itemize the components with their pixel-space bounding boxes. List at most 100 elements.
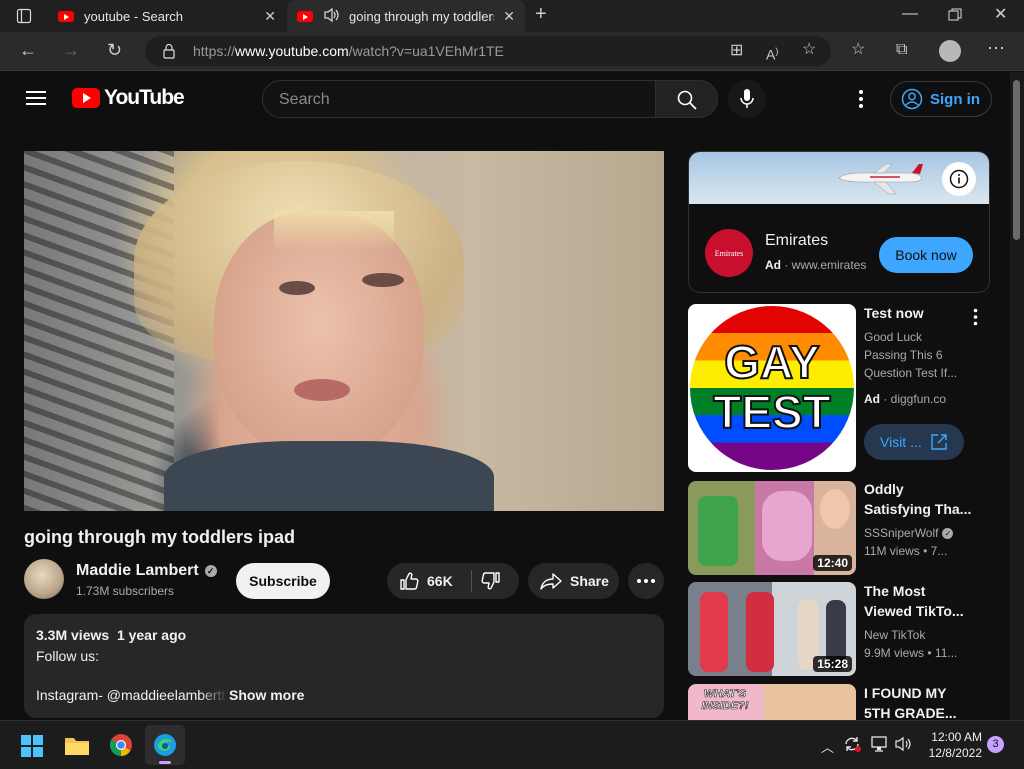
subscribe-button[interactable]: Subscribe	[236, 563, 330, 599]
description-line: Instagram- @maddieelambertt	[36, 687, 226, 703]
youtube-logo-icon	[72, 88, 100, 108]
view-count: 3.3M views	[36, 627, 110, 643]
related-stats: 9.9M views • 11...	[864, 646, 958, 660]
like-count: 66K	[427, 573, 453, 589]
search-box	[262, 80, 656, 118]
close-window-icon[interactable]: ✕	[994, 7, 1007, 23]
more-horizontal-icon	[637, 579, 655, 583]
like-dislike-group: 66K	[387, 563, 519, 599]
new-tab-icon[interactable]: +	[535, 4, 547, 24]
chrome-icon[interactable]	[109, 733, 133, 762]
channel-avatar[interactable]	[24, 559, 64, 599]
speaker-icon[interactable]	[323, 7, 341, 26]
video-thumbnail[interactable]: 15:28	[688, 582, 856, 676]
forward-icon[interactable]: →	[62, 41, 80, 59]
profile-avatar-icon[interactable]	[939, 40, 961, 62]
clock-date: 12/8/2022	[928, 746, 982, 760]
upload-age: 1 year ago	[116, 627, 187, 643]
file-explorer-icon[interactable]	[64, 734, 90, 761]
close-tab-icon[interactable]: ✕	[503, 8, 515, 25]
voice-search-button[interactable]	[728, 80, 766, 118]
related-title[interactable]: Oddly Satisfying Tha...	[864, 479, 974, 519]
ad-thumbnail[interactable]: GAY TEST	[688, 304, 856, 472]
related-more-icon[interactable]	[973, 308, 978, 331]
windows-start-icon[interactable]	[21, 735, 43, 762]
notification-badge[interactable]: 3	[987, 736, 1004, 753]
add-favorite-icon[interactable]: ☆	[802, 42, 816, 58]
video-player[interactable]	[24, 151, 664, 511]
ad-description: Good Luck Passing This 6 Question Test I…	[864, 330, 958, 380]
emirates-logo: Emirates	[705, 229, 753, 277]
account-icon	[901, 88, 923, 110]
thumbnail-text: TEST	[712, 386, 832, 438]
info-icon	[949, 169, 969, 189]
ad-card[interactable]: Emirates Emirates Ad · www.emirates Book…	[688, 151, 990, 293]
youtube-logo[interactable]: YouTube	[72, 86, 185, 110]
read-aloud-icon[interactable]: A)	[766, 43, 778, 63]
channel-name-row[interactable]: Maddie Lambert ✓	[76, 562, 217, 580]
thumbnail-text: WHAT'S INSIDE?!	[701, 688, 749, 713]
description-box[interactable]: 3.3M views 1 year ago Follow us: Instagr…	[24, 614, 664, 718]
back-icon[interactable]: ←	[19, 41, 37, 59]
ad-meta: Ad · diggfun.co	[864, 392, 947, 406]
clock[interactable]: 12:00 AM 12/8/2022	[922, 729, 982, 761]
video-thumbnail[interactable]: 12:40	[688, 481, 856, 575]
settings-menu-icon[interactable]: ⋯	[987, 39, 1005, 57]
book-now-button[interactable]: Book now	[879, 237, 973, 273]
volume-icon[interactable]	[895, 736, 915, 757]
share-button[interactable]: Share	[528, 563, 619, 599]
tab-youtube-search[interactable]: youtube - Search ✕	[48, 0, 286, 32]
edge-icon	[154, 734, 176, 756]
restore-icon[interactable]	[948, 8, 962, 26]
edge-taskbar-button[interactable]	[145, 725, 185, 765]
channel-name[interactable]: Maddie Lambert	[76, 562, 199, 580]
lock-icon[interactable]	[162, 43, 176, 64]
external-link-icon	[931, 434, 947, 450]
share-icon	[540, 573, 562, 590]
microphone-icon	[740, 89, 754, 108]
scrollbar-thumb[interactable]	[1013, 80, 1020, 240]
search-icon	[677, 90, 697, 110]
clock-time: 12:00 AM	[931, 730, 982, 744]
favorites-icon[interactable]: ☆	[851, 42, 865, 58]
related-channel[interactable]: New TikTok	[864, 626, 925, 644]
search-input[interactable]	[277, 89, 641, 111]
thumbs-up-icon	[400, 572, 419, 590]
verified-icon: ✓	[942, 527, 954, 539]
ad-meta: Ad · www.emirates	[765, 258, 867, 272]
show-hidden-icons-icon[interactable]: ︿	[821, 737, 834, 756]
collections-icon[interactable]: ⧉	[896, 42, 907, 58]
more-actions-button[interactable]	[628, 563, 664, 599]
visit-button[interactable]: Visit ...	[864, 424, 964, 460]
sync-icon[interactable]	[843, 735, 861, 758]
network-icon[interactable]	[871, 736, 889, 757]
youtube-favicon-icon	[297, 10, 313, 22]
related-channel[interactable]: SSSniperWolf ✓	[864, 524, 954, 542]
ad-info-button[interactable]	[942, 162, 976, 196]
video-thumbnail[interactable]: WHAT'S INSIDE?!	[688, 684, 856, 720]
more-options-icon[interactable]	[858, 89, 864, 114]
related-title[interactable]: I FOUND MY 5TH GRADE...	[864, 683, 974, 720]
ad-banner-image[interactable]	[689, 152, 989, 204]
taskbar: ︿ 12:00 AM 12/8/2022 3	[0, 720, 1024, 769]
verified-icon: ✓	[204, 565, 217, 577]
close-tab-icon[interactable]: ✕	[264, 8, 276, 25]
page-scrollbar[interactable]	[1010, 72, 1024, 720]
guide-menu-icon[interactable]	[26, 90, 46, 111]
thumbs-down-icon	[481, 572, 500, 590]
related-title[interactable]: Test now	[864, 303, 924, 323]
like-button[interactable]: 66K	[387, 563, 469, 599]
show-more-button[interactable]: Show more	[229, 687, 304, 703]
minimize-icon[interactable]: —	[902, 6, 918, 22]
dislike-button[interactable]	[473, 563, 519, 599]
app-available-icon[interactable]: ⊞	[730, 43, 743, 59]
search-button[interactable]	[655, 80, 718, 118]
sign-in-button[interactable]: Sign in	[890, 81, 992, 117]
tab-actions-icon[interactable]	[16, 8, 32, 28]
related-title[interactable]: The Most Viewed TikTo...	[864, 581, 974, 621]
video-duration: 12:40	[813, 555, 852, 571]
tab-video[interactable]: going through my toddlers ipad ✕	[287, 0, 525, 32]
video-title: going through my toddlers ipad	[24, 527, 295, 547]
subscriber-count: 1.73M subscribers	[76, 584, 175, 598]
refresh-icon[interactable]: ↻	[107, 41, 122, 59]
